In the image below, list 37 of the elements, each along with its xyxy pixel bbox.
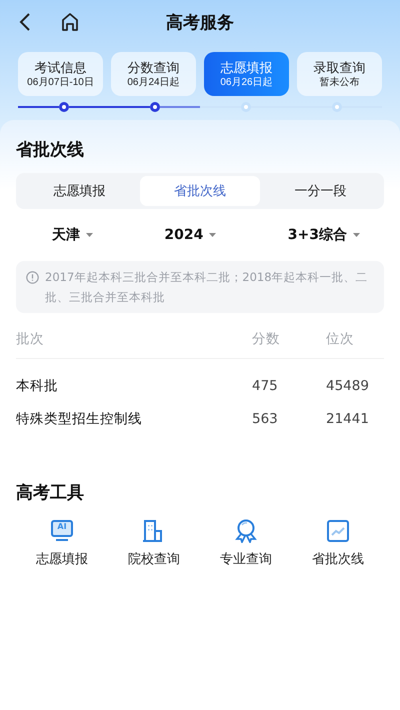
stage-tab[interactable]: 志愿填报 06月26日起 <box>204 52 289 96</box>
page-title: 高考服务 <box>166 12 234 34</box>
column-header: 批次 <box>16 330 45 348</box>
segment-tab[interactable]: 一分一段 <box>260 176 382 206</box>
table-cell-text: 特殊类型招生控制线 <box>16 410 143 428</box>
section-title: 省批次线 <box>16 139 85 162</box>
segment-tab[interactable]: 省批次线 <box>140 176 260 206</box>
section-title: 高考工具 <box>16 482 85 505</box>
table-cell-text: 45489 <box>326 378 370 394</box>
info-icon <box>26 271 39 284</box>
notice-text: 2017年起本科三批合并至本科二批；2018年起本科一批、二批、三批合并至本科批 <box>45 269 369 306</box>
filter-dropdown[interactable]: 2024 <box>164 227 216 243</box>
table-cell-text: 563 <box>252 410 279 426</box>
stage-tab[interactable]: 考试信息 06月07日-10日 <box>18 52 103 96</box>
table-cell-text: 475 <box>252 378 279 394</box>
caret-icon <box>209 233 216 237</box>
chart-icon <box>326 519 350 543</box>
table-cell-text: 21441 <box>326 410 370 426</box>
filter-dropdown[interactable]: 天津 <box>52 226 93 244</box>
back-button[interactable] <box>18 12 32 32</box>
stage-tab[interactable]: 分数查询 06月24日起 <box>111 52 196 96</box>
column-header: 位次 <box>326 330 355 348</box>
tool-button[interactable]: AI 志愿填报 <box>16 518 108 568</box>
caret-icon <box>353 233 360 237</box>
icon-label: AI <box>56 522 68 531</box>
table-cell-text: 本科批 <box>16 376 59 394</box>
filter-dropdown[interactable]: 3+3综合 <box>288 226 360 244</box>
medal-icon <box>234 519 258 543</box>
tool-button[interactable]: 专业查询 <box>200 518 292 568</box>
tool-button[interactable]: 省批次线 <box>292 518 384 568</box>
tool-button[interactable]: 院校查询 <box>108 518 200 568</box>
caret-icon <box>86 233 93 237</box>
segment-tab[interactable]: 志愿填报 <box>19 176 140 206</box>
home-button[interactable] <box>60 12 80 32</box>
stage-tab[interactable]: 录取查询 暂未公布 <box>297 52 382 96</box>
column-header: 分数 <box>252 330 281 348</box>
monitor-icon <box>50 519 74 543</box>
